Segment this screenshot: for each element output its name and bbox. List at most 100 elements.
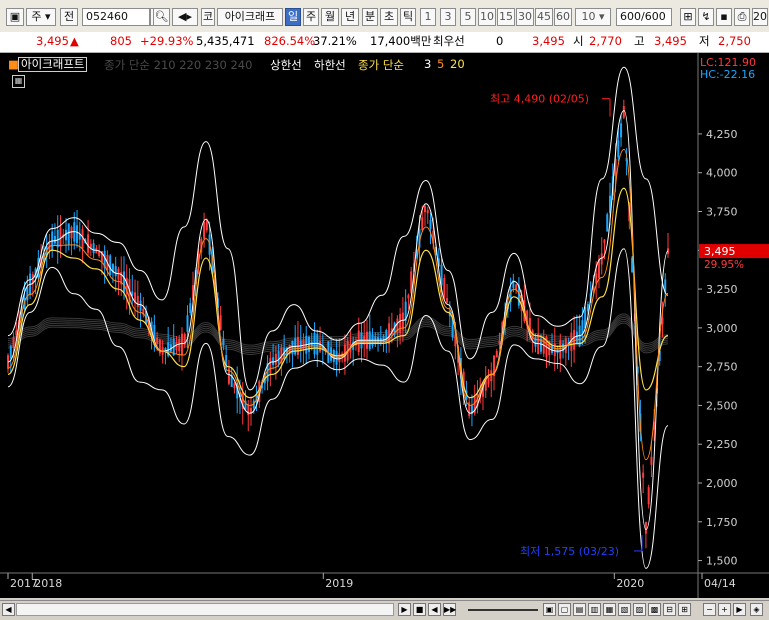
step-back-icon[interactable]: ◀ [428,603,441,616]
candle-body [429,219,432,229]
candle-body [600,253,603,265]
price-chart: 1,500 1,750 2,000 2,250 2,500 2,750 3,000 3,250… [0,53,769,598]
volume: 5,435,471 [196,34,255,48]
candle-body [291,340,294,355]
candle-body [534,337,537,347]
y-tick-label: 4,250 [706,128,738,141]
extra-button[interactable]: 20 [752,8,768,26]
interval-15[interactable]: 15 [497,8,515,26]
candle-body [87,234,90,253]
candle-body [189,303,192,313]
view-10-icon[interactable]: ⊞ [678,603,691,616]
period-tick[interactable]: 틱 [400,8,416,26]
candle-body [443,278,446,298]
period-minute[interactable]: 분 [362,8,378,26]
candle-body [487,376,490,385]
candle-body [277,351,280,364]
view-2-icon[interactable]: ▢ [558,603,571,616]
grid-icon[interactable]: ⊞ [680,8,696,26]
candle-body [122,271,125,293]
period-day[interactable]: 일 [285,8,301,26]
type-select[interactable]: 주 ▾ [26,8,56,26]
period-week[interactable]: 주 [303,8,319,26]
last-change-label: 29.95% [704,259,744,271]
candle-body [401,312,404,330]
candle-body [247,405,250,416]
scroll-track[interactable] [16,603,394,616]
trend-icon[interactable]: ↯ [698,8,714,26]
period-month[interactable]: 월 [321,8,339,26]
candle-body [620,123,623,138]
fast-forward-icon[interactable]: ▶▶ [443,603,456,616]
candle-body [498,340,501,345]
legend-ma-5: 5 [437,57,445,71]
period-year[interactable]: 년 [341,8,359,26]
view-9-icon[interactable]: ⊟ [663,603,676,616]
candle-body [233,383,236,389]
count-input[interactable]: 600/600 [616,8,672,26]
search-icon[interactable]: 🔍︎ [153,8,170,26]
prev-button[interactable]: 전 [60,8,78,26]
candle-body [109,255,112,276]
play-icon[interactable]: ▶ [398,603,411,616]
candle-body [407,295,410,299]
interval-3[interactable]: 3 [440,8,456,26]
y-tick-label: 1,500 [706,555,738,568]
interval-10[interactable]: 10 [478,8,496,26]
interval-5[interactable]: 5 [460,8,476,26]
code-input[interactable]: 052460 [82,8,150,26]
interval-1[interactable]: 1 [420,8,436,26]
trade-amount: 17,400백만 [370,34,432,48]
y-tick-label: 2,250 [706,438,738,451]
period-second[interactable]: 초 [380,8,398,26]
interval-45[interactable]: 45 [535,8,553,26]
interval-select[interactable]: 10 ▾ [575,8,611,26]
interval-30[interactable]: 30 [516,8,534,26]
scroll-right-icon[interactable]: ▶ [733,603,746,616]
open-price: 2,770 [589,34,622,48]
chart-menu-icon[interactable]: ▣ [6,8,24,26]
bottom-scrollbar: ◀ ▶ ■ ◀ ▶▶ ▣ ▢ ▤ ▥ ▦ ▧ ▨ ▩ ⊟ ⊞ − + ▶ ◈ [0,600,769,620]
candle-body [114,266,117,277]
scroll-left-icon[interactable]: ◀ [2,603,15,616]
save-icon[interactable]: ▪ [716,8,732,26]
print-icon[interactable]: ⎙ [734,8,750,26]
view-3-icon[interactable]: ▤ [573,603,586,616]
candle-body [622,106,625,118]
view-6-icon[interactable]: ▧ [618,603,631,616]
legend-ma-3: 3 [424,57,432,71]
zoom-out-icon[interactable]: − [703,603,716,616]
candle-body [399,313,402,334]
candle-body [203,221,206,239]
up-arrow-icon: ▲ [70,34,79,48]
stop-icon[interactable]: ■ [413,603,426,616]
candle-body [219,315,222,330]
speaker-icon[interactable]: ◀▸ [172,8,198,26]
view-7-icon[interactable]: ▨ [633,603,646,616]
candle-body [12,337,15,348]
legend-dim-ma: 종가 단순 210 220 230 240 [104,58,253,72]
table-icon[interactable]: ▦ [12,75,25,88]
y-tick-label: 2,500 [706,399,738,412]
candle-body [335,351,338,365]
preferred-value: 0 [496,34,504,48]
candle-body [76,225,79,244]
stock-name: 아이크래프 [217,8,283,26]
legend-stock-name[interactable]: 아이크래프트 [18,57,88,72]
view-1-icon[interactable]: ▣ [543,603,556,616]
candle-body [67,223,70,245]
view-8-icon[interactable]: ▩ [648,603,661,616]
high-label: 고 [634,34,645,48]
zoom-slider[interactable] [468,609,538,611]
view-5-icon[interactable]: ▦ [603,603,616,616]
chart-area[interactable]: 1,500 1,750 2,000 2,250 2,500 2,750 3,000 3,250… [0,53,769,598]
interval-60[interactable]: 60 [554,8,572,26]
view-4-icon[interactable]: ▥ [588,603,601,616]
lock-icon[interactable]: ◈ [750,603,763,616]
zoom-in-icon[interactable]: + [718,603,731,616]
candle-body [56,229,59,248]
candle-body [606,214,609,232]
candle-body [92,243,95,254]
price-change-pct: +29.93% [140,34,194,48]
candle-body [617,140,620,158]
